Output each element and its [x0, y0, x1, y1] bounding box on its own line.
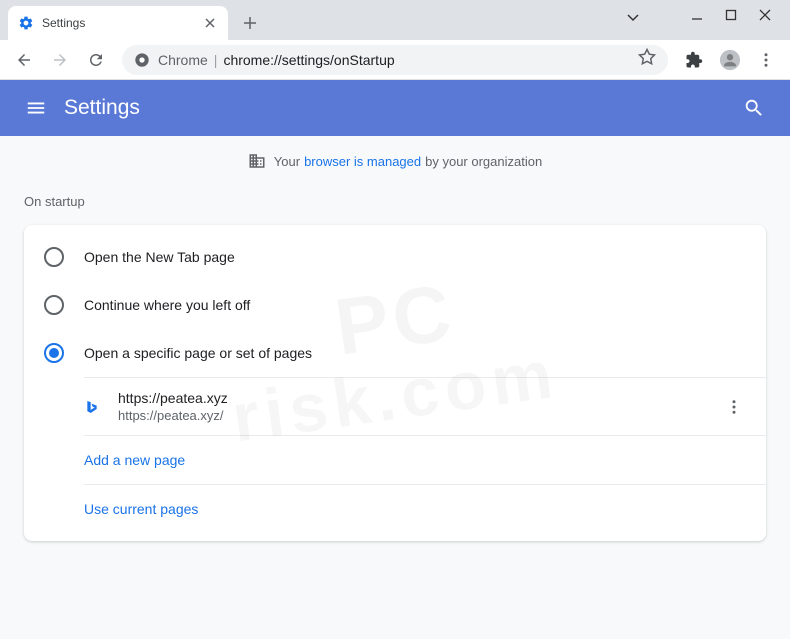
window-controls: [672, 0, 790, 30]
tab-close-button[interactable]: [202, 15, 218, 31]
gear-icon: [18, 15, 34, 31]
bookmark-star-icon[interactable]: [638, 48, 656, 71]
section-title: On startup: [0, 186, 790, 225]
browser-tab[interactable]: Settings: [8, 6, 228, 40]
radio-option-new-tab[interactable]: Open the New Tab page: [24, 233, 766, 281]
radio-icon: [44, 343, 64, 363]
chrome-icon: [134, 52, 150, 68]
radio-option-continue[interactable]: Continue where you left off: [24, 281, 766, 329]
startup-card: Open the New Tab page Continue where you…: [24, 225, 766, 541]
profile-avatar[interactable]: [714, 44, 746, 76]
page-more-menu[interactable]: [718, 391, 750, 423]
new-tab-button[interactable]: [236, 9, 264, 37]
forward-button[interactable]: [44, 44, 76, 76]
minimize-button[interactable]: [690, 8, 704, 22]
managed-link[interactable]: browser is managed: [304, 154, 421, 169]
browser-toolbar: Chrome | chrome://settings/onStartup: [0, 40, 790, 80]
radio-icon: [44, 247, 64, 267]
reload-button[interactable]: [80, 44, 112, 76]
startup-pages-list: https://peatea.xyz https://peatea.xyz/ A…: [84, 377, 766, 533]
use-current-pages-link[interactable]: Use current pages: [84, 485, 766, 533]
extensions-button[interactable]: [678, 44, 710, 76]
building-icon: [248, 152, 266, 170]
bing-icon: [84, 399, 100, 415]
hamburger-menu-button[interactable]: [16, 88, 56, 128]
back-button[interactable]: [8, 44, 40, 76]
page-url-text: https://peatea.xyz/: [118, 408, 718, 423]
maximize-button[interactable]: [724, 8, 738, 22]
settings-content: Your browser is managed by your organiza…: [0, 136, 790, 639]
titlebar: Settings: [0, 0, 790, 40]
search-button[interactable]: [734, 88, 774, 128]
omnibox-text: Chrome | chrome://settings/onStartup: [158, 52, 395, 68]
page-title-text: https://peatea.xyz: [118, 390, 718, 406]
address-bar[interactable]: Chrome | chrome://settings/onStartup: [122, 45, 668, 75]
chevron-down-icon[interactable]: [626, 10, 640, 29]
radio-icon: [44, 295, 64, 315]
settings-header: Settings: [0, 80, 790, 136]
managed-banner: Your browser is managed by your organiza…: [0, 136, 790, 186]
close-button[interactable]: [758, 8, 772, 22]
add-page-link[interactable]: Add a new page: [84, 436, 766, 485]
chrome-menu-button[interactable]: [750, 44, 782, 76]
radio-option-specific-pages[interactable]: Open a specific page or set of pages: [24, 329, 766, 377]
settings-title: Settings: [64, 96, 734, 120]
tab-title: Settings: [42, 16, 202, 30]
startup-page-row: https://peatea.xyz https://peatea.xyz/: [84, 378, 766, 436]
